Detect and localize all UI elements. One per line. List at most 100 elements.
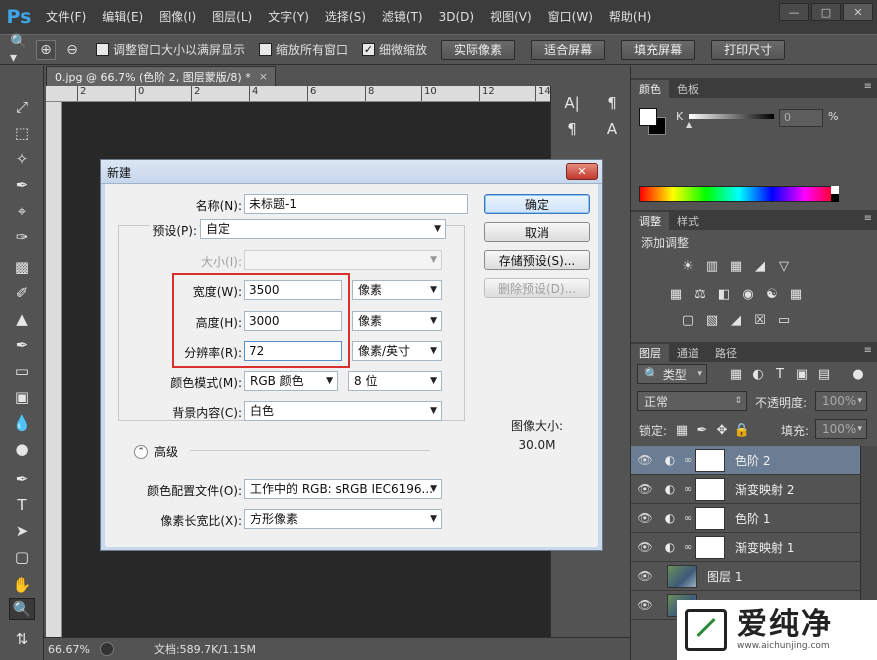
swap-colors-icon[interactable]: ⇅	[9, 628, 35, 650]
blend-mode-select[interactable]: 正常 ⇕	[637, 391, 747, 411]
document-tab[interactable]: 0.jpg @ 66.7% (色阶 2, 图层蒙版/8) * ×	[46, 66, 276, 86]
layer-thumbnail[interactable]	[667, 564, 697, 588]
width-input[interactable]: 3500	[244, 280, 342, 300]
hue-saturation-icon[interactable]: ▦	[667, 286, 685, 302]
eraser-tool-icon[interactable]: ▭	[9, 360, 35, 382]
menu-filter[interactable]: 滤镜(T)	[374, 0, 431, 34]
photo-filter-icon[interactable]: ◉	[739, 286, 757, 302]
panel-menu-icon[interactable]: ≡	[864, 345, 872, 356]
preset-select[interactable]: 自定 ▼	[200, 219, 446, 239]
k-value-input[interactable]: 0	[779, 109, 823, 127]
background-select[interactable]: 白色 ▼	[244, 401, 442, 421]
eye-icon[interactable]: 👁	[631, 598, 659, 612]
close-window-button[interactable]: ✕	[843, 3, 873, 21]
brightness-icon[interactable]: ☀	[679, 258, 697, 274]
ok-button[interactable]: 确定	[484, 194, 590, 214]
eye-icon[interactable]: 👁	[631, 569, 659, 583]
eye-icon[interactable]: 👁	[631, 511, 659, 525]
fill-screen-button[interactable]: 填充屏幕	[621, 39, 696, 60]
paragraph-styles-icon[interactable]: ¶	[601, 92, 623, 114]
save-preset-button[interactable]: 存储预设(S)...	[484, 250, 590, 270]
healing-brush-tool-icon[interactable]: ▩	[9, 256, 35, 278]
vibrance-icon[interactable]: ▽	[775, 258, 793, 274]
slider-thumb-icon[interactable]: ▲	[686, 120, 692, 129]
k-slider[interactable]	[689, 114, 774, 119]
filter-shape-icon[interactable]: ▣	[793, 366, 811, 382]
panel-menu-icon[interactable]: ≡	[864, 81, 872, 92]
eye-icon[interactable]: 👁	[631, 540, 659, 554]
hand-tool-icon[interactable]: ✋	[9, 574, 35, 596]
layer-row[interactable]: 👁 ◐ ∞ 色阶 1	[631, 504, 860, 533]
tab-adjustments[interactable]: 调整	[631, 212, 669, 230]
tab-paths[interactable]: 路径	[707, 344, 745, 362]
opacity-input[interactable]: 100% ▾	[815, 391, 867, 411]
close-tab-icon[interactable]: ×	[259, 70, 268, 83]
layer-mask-thumbnail[interactable]	[695, 506, 725, 530]
lock-brush-icon[interactable]: ✒	[693, 422, 711, 438]
history-brush-tool-icon[interactable]: ✒	[9, 334, 35, 356]
posterize-icon[interactable]: ▧	[703, 312, 721, 328]
gradient-tool-icon[interactable]: ▣	[9, 386, 35, 408]
menu-type[interactable]: 文字(Y)	[260, 0, 317, 34]
tab-styles[interactable]: 样式	[669, 212, 707, 230]
tab-channels[interactable]: 通道	[669, 344, 707, 362]
layer-mask-thumbnail[interactable]	[695, 477, 725, 501]
path-select-tool-icon[interactable]: ➤	[9, 520, 35, 542]
dialog-close-button[interactable]: ✕	[566, 163, 598, 180]
character-styles-icon[interactable]: A	[601, 118, 623, 140]
lock-all-icon[interactable]: 🔒	[733, 422, 751, 438]
dodge-tool-icon[interactable]: ●	[9, 438, 35, 460]
threshold-icon[interactable]: ◢	[727, 312, 745, 328]
type-tool-icon[interactable]: T	[9, 494, 35, 516]
menu-layer[interactable]: 图层(L)	[204, 0, 260, 34]
link-icon[interactable]: ∞	[681, 484, 695, 495]
layer-row[interactable]: 👁 ◐ ∞ 渐变映射 1	[631, 533, 860, 562]
clone-stamp-tool-icon[interactable]: ▲	[9, 308, 35, 330]
lasso-tool-icon[interactable]: ✧	[9, 148, 35, 170]
lock-move-icon[interactable]: ✥	[713, 422, 731, 438]
tab-color[interactable]: 颜色	[631, 80, 669, 98]
link-icon[interactable]: ∞	[681, 513, 695, 524]
curves-icon[interactable]: ▦	[727, 258, 745, 274]
channel-mixer-icon[interactable]: ☯	[763, 286, 781, 302]
menu-view[interactable]: 视图(V)	[482, 0, 540, 34]
color-mode-select[interactable]: RGB 颜色 ▼	[244, 371, 338, 391]
levels-icon[interactable]: ▥	[703, 258, 721, 274]
quick-select-tool-icon[interactable]: ✒	[9, 174, 35, 196]
filter-type-icon[interactable]: T	[771, 366, 789, 382]
advanced-toggle[interactable]: ⌃ 高级	[134, 443, 178, 460]
menu-window[interactable]: 窗口(W)	[540, 0, 601, 34]
pixel-aspect-select[interactable]: 方形像素 ▼	[244, 509, 442, 529]
move-tool-icon[interactable]: ⤢	[9, 96, 35, 118]
layer-row[interactable]: 👁 ◐ ∞ 渐变映射 2	[631, 475, 860, 504]
status-menu-icon[interactable]	[99, 642, 114, 656]
foreground-color-swatch[interactable]	[639, 108, 657, 126]
pen-tool-icon[interactable]: ✒	[9, 468, 35, 490]
menu-edit[interactable]: 编辑(E)	[94, 0, 151, 34]
resize-windows-checkbox[interactable]: 调整窗口大小以满屏显示	[96, 41, 245, 58]
character-panel-icon[interactable]: A|	[561, 92, 583, 114]
link-icon[interactable]: ∞	[681, 455, 695, 466]
print-size-button[interactable]: 打印尺寸	[711, 39, 786, 60]
zoom-all-windows-checkbox[interactable]: 缩放所有窗口	[259, 41, 348, 58]
filter-pixel-icon[interactable]: ▦	[727, 366, 745, 382]
filter-smart-icon[interactable]: ▤	[815, 366, 833, 382]
fit-screen-button[interactable]: 适合屏幕	[531, 39, 606, 60]
zoom-in-icon[interactable]: ⊕	[36, 39, 56, 60]
color-balance-icon[interactable]: ⚖	[691, 286, 709, 302]
filter-toggle-icon[interactable]: ●	[849, 366, 867, 382]
invert-icon[interactable]: ▢	[679, 312, 697, 328]
selective-color-icon[interactable]: ☒	[751, 312, 769, 328]
scrubby-zoom-checkbox[interactable]: ✓ 细微缩放	[362, 41, 427, 58]
brush-tool-icon[interactable]: ✐	[9, 282, 35, 304]
actual-pixels-button[interactable]: 实际像素	[441, 39, 516, 60]
height-input[interactable]: 3000	[244, 311, 342, 331]
fill-input[interactable]: 100% ▾	[815, 419, 867, 439]
color-spectrum[interactable]	[639, 186, 839, 202]
blur-tool-icon[interactable]: 💧	[9, 412, 35, 434]
eye-icon[interactable]: 👁	[631, 482, 659, 496]
zoom-level[interactable]: 66.67%	[48, 643, 90, 656]
zoom-out-icon[interactable]: ⊖	[62, 40, 82, 60]
menu-help[interactable]: 帮助(H)	[601, 0, 659, 34]
menu-select[interactable]: 选择(S)	[317, 0, 374, 34]
